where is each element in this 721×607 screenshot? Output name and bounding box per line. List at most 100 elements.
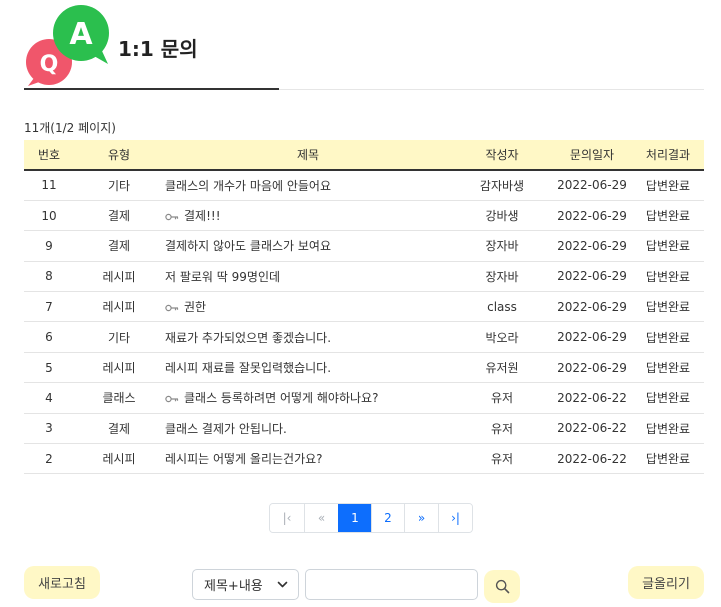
row-date: 2022-06-29 (552, 291, 632, 323)
search-input[interactable] (305, 569, 478, 600)
row-title-link[interactable]: 레시피 재료를 잘못입력했습니다. (165, 361, 331, 375)
row-title-cell[interactable]: 결제!!! (164, 200, 452, 232)
table-header-row: 번호 유형 제목 작성자 문의일자 처리결과 (24, 140, 704, 171)
write-post-button[interactable]: 글올리기 (628, 566, 704, 599)
row-title-link[interactable]: 클래스 등록하려면 어떻게 해야하나요? (184, 391, 378, 405)
table-row[interactable]: 6 기타 재료가 추가되었으면 좋겠습니다. 박오라 2022-06-29 답변완료 (24, 321, 704, 353)
row-status: 답변완료 (632, 230, 704, 262)
row-title-cell[interactable]: 클래스 등록하려면 어떻게 해야하나요? (164, 382, 452, 414)
row-date: 2022-06-22 (552, 382, 632, 414)
row-title-cell[interactable]: 레시피 재료를 잘못입력했습니다. (164, 352, 452, 384)
row-status: 답변완료 (632, 443, 704, 475)
row-status: 답변완료 (632, 261, 704, 293)
table-row[interactable]: 8 레시피 저 팔로워 딱 99명인데 장자바 2022-06-29 답변완료 (24, 261, 704, 293)
row-number: 9 (24, 230, 74, 262)
row-title-link[interactable]: 결제하지 않아도 클래스가 보여요 (165, 239, 331, 253)
next-page-button[interactable]: » (404, 504, 438, 532)
search-type-select[interactable]: 제목+내용 (192, 569, 299, 600)
first-page-button[interactable]: |‹ (270, 504, 304, 532)
row-title-link[interactable]: 레시피는 어떻게 올리는건가요? (165, 452, 323, 466)
row-author: 장자바 (452, 261, 552, 293)
row-status: 답변완료 (632, 170, 704, 201)
row-date: 2022-06-29 (552, 230, 632, 262)
row-title-link[interactable]: 클래스의 개수가 마음에 안들어요 (165, 179, 331, 193)
table-row[interactable]: 4 클래스 클래스 등록하려면 어떻게 해야하나요? 유저 2022-06-22 답변완료 (24, 382, 704, 414)
row-author: 유저원 (452, 352, 552, 384)
search-button[interactable] (484, 570, 520, 603)
row-title-link[interactable]: 결제!!! (184, 209, 221, 223)
row-type: 레시피 (74, 443, 164, 475)
row-title-cell[interactable]: 재료가 추가되었으면 좋겠습니다. (164, 321, 452, 353)
table-row[interactable]: 5 레시피 레시피 재료를 잘못입력했습니다. 유저원 2022-06-29 답변완료 (24, 352, 704, 384)
row-date: 2022-06-29 (552, 200, 632, 232)
search-type-value: 제목+내용 (204, 579, 263, 594)
row-title-link[interactable]: 재료가 추가되었으면 좋겠습니다. (165, 331, 331, 345)
table-row[interactable]: 7 레시피 권한 class 2022-06-29 답변완료 (24, 291, 704, 323)
row-status: 답변완료 (632, 291, 704, 323)
post-count-summary: 11개(1/2 페이지) (24, 121, 116, 135)
row-title-cell[interactable]: 권한 (164, 291, 452, 323)
row-title-link[interactable]: 권한 (184, 300, 206, 314)
row-status: 답변완료 (632, 382, 704, 414)
row-date: 2022-06-29 (552, 170, 632, 201)
row-title-cell[interactable]: 클래스 결제가 안됩니다. (164, 413, 452, 445)
row-title-cell[interactable]: 결제하지 않아도 클래스가 보여요 (164, 230, 452, 262)
row-type: 레시피 (74, 352, 164, 384)
row-number: 6 (24, 321, 74, 353)
column-header-number: 번호 (24, 140, 74, 171)
row-type: 기타 (74, 170, 164, 201)
inquiry-table: 번호 유형 제목 작성자 문의일자 처리결과 11 기타 클래스의 개수가 마음에 … (24, 140, 704, 475)
row-number: 3 (24, 413, 74, 445)
row-date: 2022-06-29 (552, 261, 632, 293)
table-row[interactable]: 9 결제 결제하지 않아도 클래스가 보여요 장자바 2022-06-29 답변완료 (24, 230, 704, 262)
last-page-button[interactable]: ›| (438, 504, 472, 532)
search-icon (495, 579, 509, 594)
row-number: 2 (24, 443, 74, 475)
row-author: 유저 (452, 443, 552, 475)
row-date: 2022-06-22 (552, 443, 632, 475)
table-row[interactable]: 10 결제 결제!!! 강바생 2022-06-29 답변완료 (24, 200, 704, 232)
row-type: 결제 (74, 230, 164, 262)
key-icon (165, 213, 179, 220)
row-number: 10 (24, 200, 74, 232)
row-author: 장자바 (452, 230, 552, 262)
row-status: 답변완료 (632, 352, 704, 384)
row-date: 2022-06-29 (552, 352, 632, 384)
row-date: 2022-06-29 (552, 321, 632, 353)
row-author: 감자바생 (452, 170, 552, 201)
row-number: 11 (24, 170, 74, 201)
row-status: 답변완료 (632, 321, 704, 353)
row-title-cell[interactable]: 클래스의 개수가 마음에 안들어요 (164, 170, 452, 201)
column-header-author: 작성자 (452, 140, 552, 171)
row-author: 박오라 (452, 321, 552, 353)
row-type: 레시피 (74, 291, 164, 323)
row-title-cell[interactable]: 레시피는 어떻게 올리는건가요? (164, 443, 452, 475)
title-underline (24, 88, 279, 90)
pagination: |‹ « 1 2 » ›| (269, 503, 473, 533)
table-row[interactable]: 3 결제 클래스 결제가 안됩니다. 유저 2022-06-22 답변완료 (24, 413, 704, 445)
prev-page-button[interactable]: « (304, 504, 338, 532)
row-type: 결제 (74, 413, 164, 445)
row-date: 2022-06-22 (552, 413, 632, 445)
row-title-link[interactable]: 클래스 결제가 안됩니다. (165, 422, 287, 436)
svg-text:A: A (69, 17, 93, 52)
refresh-button[interactable]: 새로고침 (24, 566, 100, 599)
row-author: 유저 (452, 382, 552, 414)
row-title-cell[interactable]: 저 팔로워 딱 99명인데 (164, 261, 452, 293)
row-status: 답변완료 (632, 413, 704, 445)
row-title-link[interactable]: 저 팔로워 딱 99명인데 (165, 270, 280, 284)
chevron-down-icon (277, 581, 288, 588)
svg-text:Q: Q (40, 52, 59, 77)
column-header-type: 유형 (74, 140, 164, 171)
page-button-1[interactable]: 1 (338, 504, 371, 532)
row-number: 7 (24, 291, 74, 323)
key-icon (165, 304, 179, 311)
page-button-2[interactable]: 2 (371, 504, 404, 532)
row-number: 5 (24, 352, 74, 384)
header-divider (279, 89, 704, 90)
table-row[interactable]: 11 기타 클래스의 개수가 마음에 안들어요 감자바생 2022-06-29 답변완료 (24, 170, 704, 201)
table-row[interactable]: 2 레시피 레시피는 어떻게 올리는건가요? 유저 2022-06-22 답변완료 (24, 443, 704, 475)
row-type: 기타 (74, 321, 164, 353)
column-header-result: 처리결과 (632, 140, 704, 171)
row-author: 강바생 (452, 200, 552, 232)
